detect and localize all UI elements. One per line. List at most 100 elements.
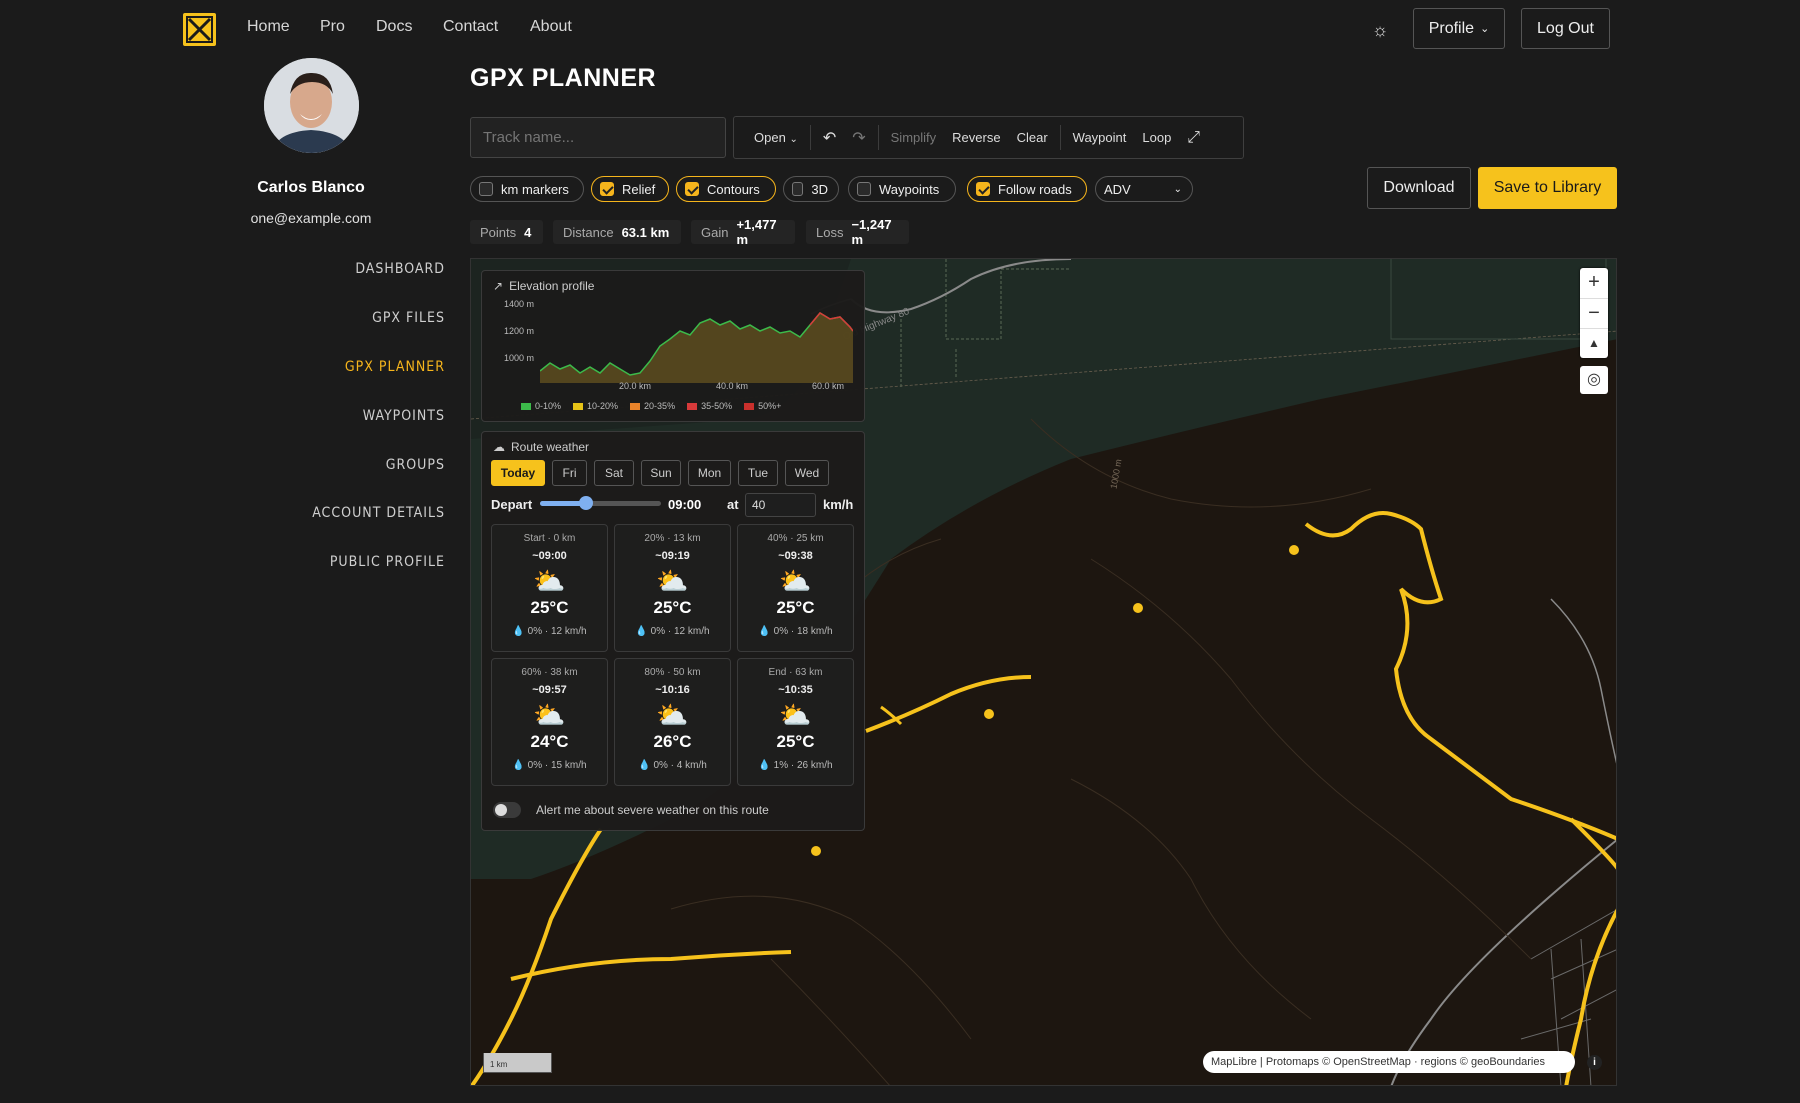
chevron-down-icon: ⌄ (1173, 183, 1182, 195)
slider-handle[interactable] (578, 496, 593, 510)
profile-menu-button[interactable]: Profile ⌄ (1413, 8, 1505, 49)
sidebar-item-dashboard[interactable]: DASHBOARD (355, 261, 445, 277)
weather-card: 80% · 50 km ~10:16 ⛅ 26°C 💧 0% · 4 km/h (614, 658, 731, 786)
nav-home[interactable]: Home (247, 18, 290, 36)
depart-label: Depart (491, 497, 533, 512)
user-name: Carlos Blanco (257, 179, 365, 196)
stat-points: Points 4 (470, 220, 543, 244)
toggle-km-markers[interactable]: km markers (470, 176, 584, 202)
stat-gain: Gain +1,477 m (691, 217, 795, 247)
day-sat[interactable]: Sat (594, 460, 634, 486)
loop-button[interactable]: Loop (1134, 130, 1179, 145)
nav-contact[interactable]: Contact (443, 18, 498, 36)
partly-cloudy-icon: ⛅ (779, 566, 812, 596)
weather-alert-label: Alert me about severe weather on this ro… (536, 803, 769, 817)
raindrop-icon: 💧 (512, 760, 525, 771)
sidebar-item-account-details[interactable]: ACCOUNT DETAILS (312, 505, 445, 521)
zoom-out-icon[interactable]: − (1580, 298, 1608, 328)
toggle-knob (495, 804, 507, 816)
weather-cards: Start · 0 km ~09:00 ⛅ 25°C 💧 0% · 12 km/h … (491, 524, 854, 786)
day-wed[interactable]: Wed (785, 460, 829, 486)
weather-card: 40% · 25 km ~09:38 ⛅ 25°C 💧 0% · 18 km/h (737, 524, 854, 652)
geolocate-icon[interactable]: ◎ (1580, 366, 1608, 394)
y-tick: 1400 m (504, 299, 535, 309)
zoom-in-icon[interactable]: + (1580, 268, 1608, 298)
nav-pro[interactable]: Pro (320, 18, 345, 36)
legend-item: 50%+ (744, 401, 781, 411)
partly-cloudy-icon: ⛅ (533, 566, 566, 596)
day-mon[interactable]: Mon (688, 460, 731, 486)
track-name-input[interactable] (470, 117, 726, 158)
nav-docs[interactable]: Docs (376, 18, 412, 36)
x-tick: 60.0 km (812, 381, 845, 391)
checkbox-checked (976, 182, 990, 196)
partly-cloudy-icon: ⛅ (656, 566, 689, 596)
map-scale: 1 km (483, 1053, 552, 1073)
theme-toggle-sun-icon[interactable]: ☼ (1369, 19, 1391, 41)
day-fri[interactable]: Fri (552, 460, 587, 486)
logout-button[interactable]: Log Out (1521, 8, 1610, 49)
at-label: at (727, 497, 739, 512)
sidebar-item-gpx-planner[interactable]: GPX PLANNER (345, 359, 445, 375)
toggle-relief[interactable]: Relief (591, 176, 669, 202)
checkbox (479, 182, 493, 196)
weather-card: 20% · 13 km ~09:19 ⛅ 25°C 💧 0% · 12 km/h (614, 524, 731, 652)
weather-card: Start · 0 km ~09:00 ⛅ 25°C 💧 0% · 12 km/h (491, 524, 608, 652)
compass-icon[interactable]: ▲ (1580, 328, 1608, 358)
sidebar-item-gpx-files[interactable]: GPX FILES (372, 310, 445, 326)
raindrop-icon: 💧 (635, 626, 648, 637)
cloud-sun-icon: ☁ (493, 440, 505, 454)
elevation-title: ↗ Elevation profile (493, 279, 595, 293)
download-button[interactable]: Download (1367, 167, 1471, 209)
simplify-button[interactable]: Simplify (883, 130, 945, 145)
day-today[interactable]: Today (491, 460, 545, 486)
elevation-panel: ↗ Elevation profile 1400 m 1200 m 1000 m… (481, 270, 865, 422)
routing-profile-select[interactable]: ADV ⌄ (1095, 176, 1193, 202)
toggle-3d[interactable]: 3D (783, 176, 839, 202)
y-tick: 1200 m (504, 326, 535, 336)
avatar (264, 58, 359, 153)
clear-button[interactable]: Clear (1009, 130, 1056, 145)
raindrop-icon: 💧 (638, 760, 651, 771)
checkbox-checked (685, 182, 699, 196)
waypoint-button[interactable]: Waypoint (1065, 130, 1135, 145)
info-icon[interactable]: i (1587, 1055, 1602, 1070)
toolbar-divider (809, 125, 811, 150)
chevron-down-icon: ⌄ (1480, 23, 1490, 35)
depart-slider[interactable] (540, 496, 661, 510)
sidebar-item-groups[interactable]: GROUPS (386, 457, 445, 473)
grade-legend: 0-10% 10-20% 20-35% 35-50% 50%+ (521, 401, 781, 411)
stat-loss: Loss −1,247 m (806, 217, 909, 247)
sidebar-item-public-profile[interactable]: PUBLIC PROFILE (330, 554, 445, 570)
page-title: GPX PLANNER (470, 64, 657, 92)
partly-cloudy-icon: ⛅ (533, 700, 566, 730)
redo-icon[interactable]: ↷ (844, 128, 873, 148)
raindrop-icon: 💧 (512, 626, 525, 637)
elevation-profile-chart[interactable] (540, 301, 853, 383)
toggle-waypoints[interactable]: Waypoints (848, 176, 956, 202)
legend-item: 0-10% (521, 401, 561, 411)
save-to-library-button[interactable]: Save to Library (1478, 167, 1617, 209)
checkbox (857, 182, 871, 196)
app-logo[interactable] (183, 13, 216, 46)
day-tue[interactable]: Tue (738, 460, 778, 486)
undo-icon[interactable]: ↶ (815, 128, 844, 148)
open-menu-button[interactable]: Open ⌄ (746, 130, 806, 145)
weather-alert-toggle[interactable] (493, 802, 521, 818)
stat-distance: Distance 63.1 km (553, 220, 681, 244)
partly-cloudy-icon: ⛅ (656, 700, 689, 730)
toolbar-divider (1059, 125, 1061, 150)
toggle-contours[interactable]: Contours (676, 176, 776, 202)
day-sun[interactable]: Sun (641, 460, 681, 486)
speed-input[interactable] (745, 493, 816, 517)
checkbox-checked (600, 182, 614, 196)
reverse-button[interactable]: Reverse (944, 130, 1008, 145)
zoom-controls: + − ▲ (1580, 268, 1608, 358)
map-attribution: MapLibre | Protomaps © OpenStreetMap · r… (1203, 1051, 1575, 1073)
profile-label: Profile (1428, 19, 1475, 37)
sidebar-item-waypoints[interactable]: WAYPOINTS (363, 408, 445, 424)
nav-about[interactable]: About (530, 18, 572, 36)
toggle-follow-roads[interactable]: Follow roads (967, 176, 1087, 202)
user-email: one@example.com (250, 210, 372, 226)
expand-icon[interactable]: ⤢ (1179, 129, 1208, 147)
